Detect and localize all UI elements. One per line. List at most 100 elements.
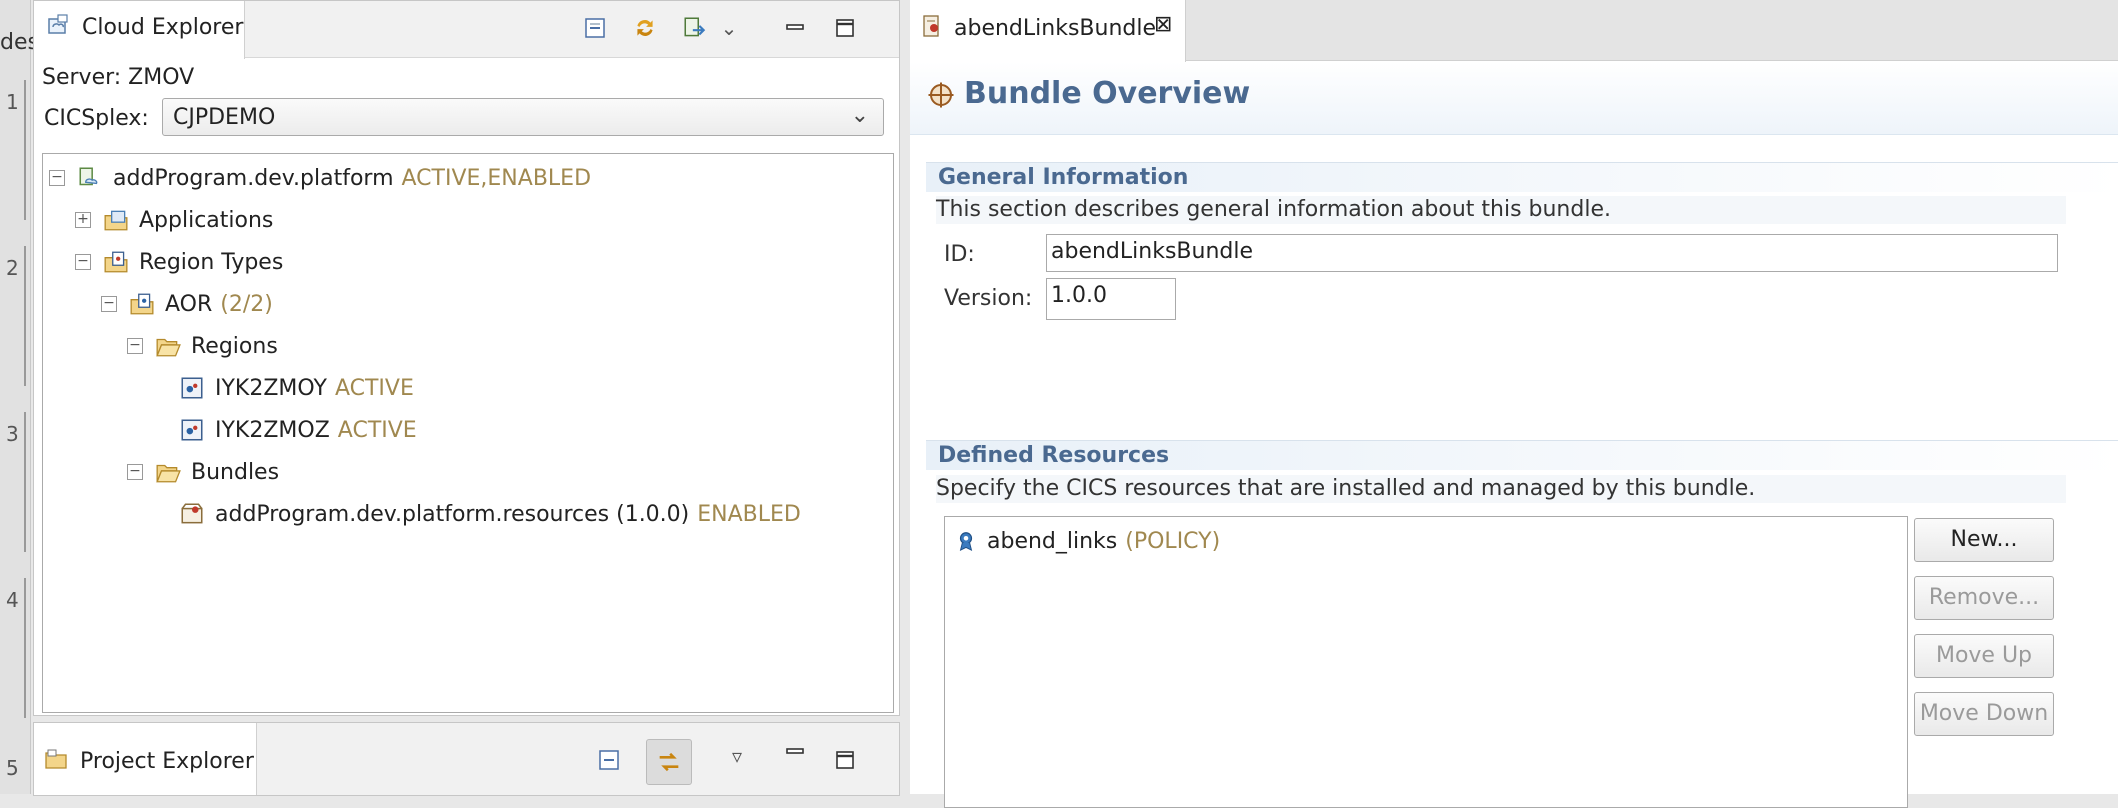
tree-item-label: Applications (139, 207, 274, 233)
collapse-toggle-icon[interactable]: − (127, 464, 143, 480)
line-number: 5 (6, 756, 19, 780)
id-field[interactable]: abendLinksBundle (1046, 234, 2058, 272)
tab-abendlinksbundle[interactable]: abendLinksBundle ⊠ (910, 0, 1186, 62)
tree-item-bundles[interactable]: − Bundles (127, 452, 279, 492)
view-menu-chevron-icon[interactable]: ⌄ (714, 13, 744, 43)
cloud-explorer-tabbar: Cloud Explorer ⌄ (34, 1, 899, 59)
tree-item-label: IYK2ZMOZ (215, 417, 330, 443)
tree-item-label: Bundles (191, 459, 280, 485)
close-icon[interactable]: ⊠ (1154, 12, 1172, 37)
tree-item-region-types[interactable]: − Region Types (75, 242, 283, 282)
chevron-down-icon: ⌄ (850, 103, 869, 128)
left-editor-strip: des 1 2 3 4 5 (0, 0, 39, 794)
strip-border (24, 246, 32, 386)
defined-resources-description: Specify the CICS resources that are inst… (936, 475, 2066, 503)
bundle-editor: abendLinksBundle ⊠ Bundle Overview Gener… (910, 0, 2118, 808)
resources-list[interactable]: abend_links (POLICY) (944, 516, 1908, 808)
list-item[interactable]: abend_links (POLICY) (955, 521, 1220, 561)
remove-button[interactable]: Remove... (1914, 576, 2054, 620)
editor-tabbar: abendLinksBundle ⊠ (910, 0, 2118, 62)
tree-item-label: addProgram.dev.platform.resources (1.0.0… (215, 501, 690, 527)
region-types-folder-icon (104, 251, 128, 273)
applications-folder-icon (104, 210, 128, 231)
tree-item-region-iyk2zmoy[interactable]: IYK2ZMOY ACTIVE (179, 368, 414, 408)
tree-item-platform[interactable]: − addProgram.dev.platform ACTIVE,ENABLED (49, 158, 591, 198)
line-number: 2 (6, 256, 19, 280)
folder-open-icon (156, 338, 181, 357)
policy-ribbon-icon (959, 532, 973, 552)
status-badge: ACTIVE (334, 375, 414, 401)
expand-toggle-icon[interactable]: + (75, 212, 91, 228)
tab-cloud-explorer[interactable]: Cloud Explorer (34, 1, 245, 59)
link-with-editor-icon[interactable] (646, 739, 692, 785)
cicsplex-selected-value: CJPDEMO (173, 105, 276, 130)
collapse-toggle-icon[interactable]: − (127, 338, 143, 354)
status-badge: ACTIVE (337, 417, 417, 443)
maximize-icon[interactable] (830, 13, 860, 43)
maximize-icon[interactable] (830, 745, 860, 775)
project-explorer-tab-label: Project Explorer (80, 749, 254, 774)
tree-item-aor[interactable]: − AOR (2/2) (101, 284, 273, 324)
cloud-explorer-tree[interactable]: − addProgram.dev.platform ACTIVE,ENABLED… (42, 153, 894, 713)
view-menu-triangle-icon[interactable]: ▿ (722, 741, 752, 771)
new-button[interactable]: New... (1914, 518, 2054, 562)
cicsplex-select[interactable]: CJPDEMO ⌄ (162, 98, 884, 136)
region-icon (181, 377, 203, 399)
general-information-section-title[interactable]: General Information (926, 162, 2118, 192)
page-title: Bundle Overview (964, 76, 1251, 111)
connection-icon[interactable] (680, 13, 710, 43)
cloud-explorer-tab-label: Cloud Explorer (82, 15, 244, 40)
tree-item-label: IYK2ZMOY (215, 375, 327, 401)
cloud-explorer-icon (48, 14, 68, 34)
tree-item-region-iyk2zmoz[interactable]: IYK2ZMOZ ACTIVE (179, 410, 417, 450)
id-label: ID: (944, 242, 975, 267)
region-icon (181, 419, 203, 441)
folder-open-icon (156, 464, 181, 483)
tree-item-label: Region Types (139, 249, 284, 275)
overview-header: Bundle Overview (910, 62, 2118, 135)
collapse-toggle-icon[interactable]: − (49, 170, 65, 186)
editor-tab-label: abendLinksBundle (954, 16, 1156, 41)
bundle-manifest-icon (923, 15, 939, 37)
collapse-all-icon[interactable] (594, 745, 624, 775)
project-explorer-view: Project Explorer ▿ (33, 722, 900, 796)
strip-border (24, 80, 32, 220)
move-down-button[interactable]: Move Down (1914, 692, 2054, 736)
version-label: Version: (944, 286, 1033, 311)
line-number: 3 (6, 422, 19, 446)
refresh-icon[interactable] (630, 13, 660, 43)
general-information-description: This section describes general informati… (936, 196, 2066, 224)
tab-project-explorer[interactable]: Project Explorer (34, 723, 257, 795)
cloud-explorer-view: Cloud Explorer ⌄ Server: ZMOV CICSplex: … (33, 0, 900, 716)
collapse-toggle-icon[interactable]: − (75, 254, 91, 270)
strip-border (24, 412, 32, 552)
server-label: Server: ZMOV (42, 65, 195, 90)
collapse-toggle-icon[interactable]: − (101, 296, 117, 312)
region-count-badge: (2/2) (220, 291, 273, 317)
tree-item-label: Regions (191, 333, 278, 359)
minimize-icon[interactable] (780, 737, 810, 767)
tree-item-label: AOR (165, 291, 213, 317)
project-explorer-icon (45, 749, 67, 769)
move-up-button[interactable]: Move Up (1914, 634, 2054, 678)
version-field[interactable]: 1.0.0 (1046, 278, 1176, 320)
cicsplex-label: CICSplex: (44, 106, 149, 131)
line-number: 4 (6, 588, 19, 612)
region-type-icon (130, 293, 154, 315)
status-badge: ACTIVE,ENABLED (401, 165, 592, 191)
resource-name: abend_links (987, 528, 1118, 554)
tree-item-bundle-resources[interactable]: addProgram.dev.platform.resources (1.0.0… (179, 494, 801, 534)
defined-resources-section-title[interactable]: Defined Resources (926, 440, 2118, 470)
tree-item-regions[interactable]: − Regions (127, 326, 278, 366)
collapse-all-icon[interactable] (580, 13, 610, 43)
platform-icon (79, 167, 98, 186)
tree-item-applications[interactable]: + Applications (75, 200, 273, 240)
tree-item-label: addProgram.dev.platform (113, 165, 394, 191)
resource-type: (POLICY) (1125, 528, 1221, 554)
bundle-icon (181, 503, 203, 524)
minimize-icon[interactable] (780, 13, 810, 43)
strip-border (24, 578, 32, 718)
overview-icon (928, 82, 954, 108)
line-number: 1 (6, 90, 19, 114)
status-badge: ENABLED (697, 501, 801, 527)
